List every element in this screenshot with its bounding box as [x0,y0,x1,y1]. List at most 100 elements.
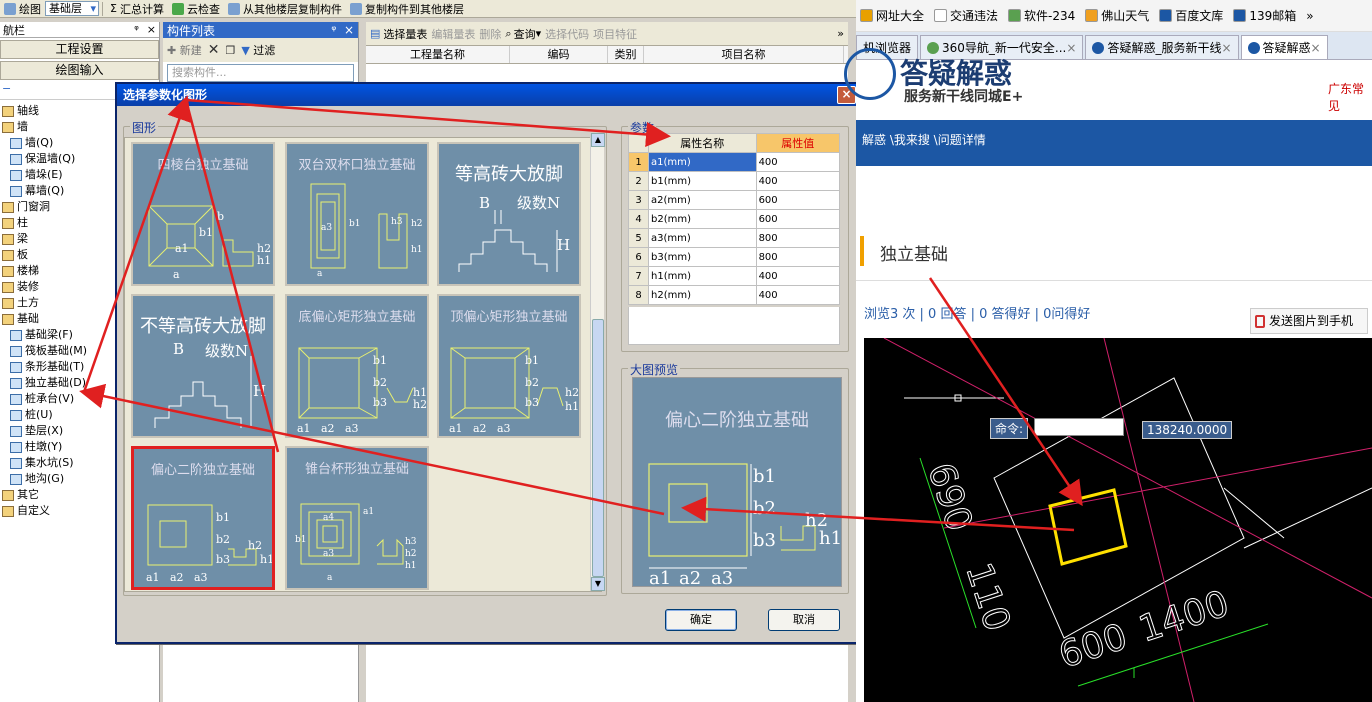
shape-tile[interactable]: a3 a b1 h3 h2 h1 双台双杯口独立基础 [285,142,429,286]
item-feature-button[interactable]: 项目特征 [593,26,637,42]
overflow-icon[interactable]: » [837,27,844,40]
ok-button[interactable]: 确定 [665,609,737,631]
cancel-button[interactable]: 取消 [768,609,840,631]
nav-tree-label: 轴线 [17,104,39,117]
copy-icon[interactable]: ❐ [225,44,235,57]
shape-scrollbar[interactable]: ▲ ▼ [590,133,605,591]
folder-icon [2,505,14,517]
layer-select[interactable]: 基础层 ▾ [45,1,99,16]
cloud-check-button[interactable]: 云检查 [168,1,224,17]
shape-tile[interactable]: a4 a3 b1 a1 a h3 h2 h1 锥台杯形独立基础 [285,446,429,590]
nav-panel-header: 航栏 ᵠ × [0,22,159,38]
param-row[interactable]: 2 b1(mm) 400 [628,171,841,191]
site-header: 答疑解惑 服务新干线同城E+ 广东常见 [844,48,1372,120]
favorite-link[interactable]: 百度文库 [1159,7,1223,24]
col-item-name[interactable]: 项目名称 [644,46,844,63]
favorite-link[interactable]: 网址大全 [860,7,924,24]
folder-icon [2,281,14,293]
param-row[interactable]: 7 h1(mm) 400 [628,266,841,286]
copy-from-floor-button[interactable]: 从其他楼层复制构件 [224,1,346,17]
col-category[interactable]: 类别 [608,46,644,63]
draw-button[interactable]: 绘图 [0,1,45,17]
favorite-link[interactable]: 交通违法 [934,7,998,24]
project-settings-button[interactable]: 工程设置 [0,40,159,59]
nav-tree-label: 基础梁(F) [25,328,73,341]
shape-tile[interactable]: a1 a b1 b h2 h1 四棱台独立基础 [131,142,275,286]
favorite-icon [860,9,873,22]
tab-close-icon[interactable]: × [1221,41,1231,55]
favorite-link[interactable]: 佛山天气 [1085,7,1149,24]
item-feature-label: 项目特征 [593,27,638,41]
delete-label: 删除 [479,27,502,41]
site-logo[interactable] [844,48,896,100]
param-value-cell[interactable]: 400 [755,171,841,191]
tab-favicon [1092,41,1105,54]
shape-tile[interactable]: b1 b2 b3 a1 a2 a3 h2 h1 偏心二阶独立基础 [131,446,275,590]
delete-icon[interactable]: ✕ [208,42,220,58]
select-code-button[interactable]: 选择代码 [545,26,589,42]
col-quantity-name[interactable]: 工程量名称 [366,46,510,63]
shape-tile[interactable]: b1 b2 b3 a1 a2 a3 h2 h1 顶偏心矩形独立基础 [437,294,581,438]
question-title: 独立基础 [880,245,948,265]
select-table-button[interactable]: ▤ 选择量表 [370,26,427,42]
nav-tree-label: 筏板基础(M) [25,344,88,357]
param-row[interactable]: 4 b2(mm) 600 [628,209,841,229]
favorite-label: 佛山天气 [1101,9,1150,23]
filter-button[interactable]: ▼ 过滤 [241,42,275,58]
pin-icon[interactable]: ᵠ [134,23,139,36]
svg-text:a: a [173,268,180,281]
delete-button[interactable]: 删除 [479,26,501,42]
browser-tab[interactable]: 答疑解惑_服务新干线 × [1085,35,1239,59]
param-value-cell[interactable]: 600 [755,190,841,210]
folder-icon [2,105,14,117]
edit-table-button[interactable]: 编辑量表 [431,26,475,42]
select-table-label: 选择量表 [383,27,428,41]
favorites-more-icon[interactable]: » [1306,9,1313,23]
component-icon [10,137,22,149]
param-row[interactable]: 6 b3(mm) 800 [628,247,841,267]
param-value-cell[interactable]: 800 [755,228,841,248]
shape-tile[interactable]: B 级数N H 等高砖大放脚 [437,142,581,286]
nav-tree-label: 门窗洞 [17,200,50,213]
favorite-link[interactable]: 软件-234 [1008,7,1075,24]
param-value-cell[interactable]: 600 [755,209,841,229]
favorite-icon [934,9,948,22]
pin-close-icons[interactable]: ᵠ × [331,23,354,37]
scroll-up-icon[interactable]: ▲ [591,133,605,147]
param-value-cell[interactable]: 400 [755,266,841,286]
shape-tile[interactable]: b1 b2 b3 a1 a2 a3 h1 h2 底偏心矩形独立基础 [285,294,429,438]
favorite-icon [1085,9,1099,22]
summary-calc-button[interactable]: Σ 汇总计算 [106,1,168,17]
send-to-phone-button[interactable]: 发送图片到手机 [1250,308,1368,334]
nav-tree-label: 保温墙(Q) [25,152,76,165]
copy-to-floor-button[interactable]: 复制构件到其他楼层 [346,1,468,17]
param-row[interactable]: 1 a1(mm) 400 [628,152,841,172]
favorite-link[interactable]: 139邮箱 [1233,7,1296,24]
scroll-down-icon[interactable]: ▼ [591,577,605,591]
close-icon[interactable]: × [147,23,156,36]
param-value-cell[interactable]: 400 [755,285,841,305]
svg-text:h1: h1 [260,553,274,566]
col-code[interactable]: 编码 [510,46,608,63]
param-value-cell[interactable]: 400 [755,152,841,172]
tab-close-icon[interactable]: × [1311,41,1321,55]
shape-tile[interactable]: B 级数N H 不等高砖大放脚 [131,294,275,438]
breadcrumb[interactable]: 解惑 \我来搜 \问题详情 [862,133,986,147]
drawing-input-button[interactable]: 绘图输入 [0,61,159,80]
new-component-button[interactable]: ✚ 新建 [167,42,202,58]
tab-close-icon[interactable]: × [1066,41,1076,55]
param-row[interactable]: 3 a2(mm) 600 [628,190,841,210]
cad-coord-x-input[interactable]: -356623.0000 [1034,418,1124,436]
query-button[interactable]: ⌕ 查询 ▾ [505,26,541,42]
param-row[interactable]: 8 h2(mm) 400 [628,285,841,305]
browser-tab[interactable]: 答疑解惑 × [1240,35,1328,59]
param-row[interactable]: 5 a3(mm) 800 [628,228,841,248]
scroll-thumb[interactable] [592,319,604,577]
component-search-input[interactable]: 搜索构件... [167,64,354,82]
svg-text:a3: a3 [323,549,334,559]
param-value-cell[interactable]: 800 [755,247,841,267]
region-link[interactable]: 广东常见 [1328,80,1372,114]
component-icon [10,473,22,485]
chevron-down-icon: ▾ [90,2,96,15]
param-name-cell: h2(mm) [648,285,757,305]
